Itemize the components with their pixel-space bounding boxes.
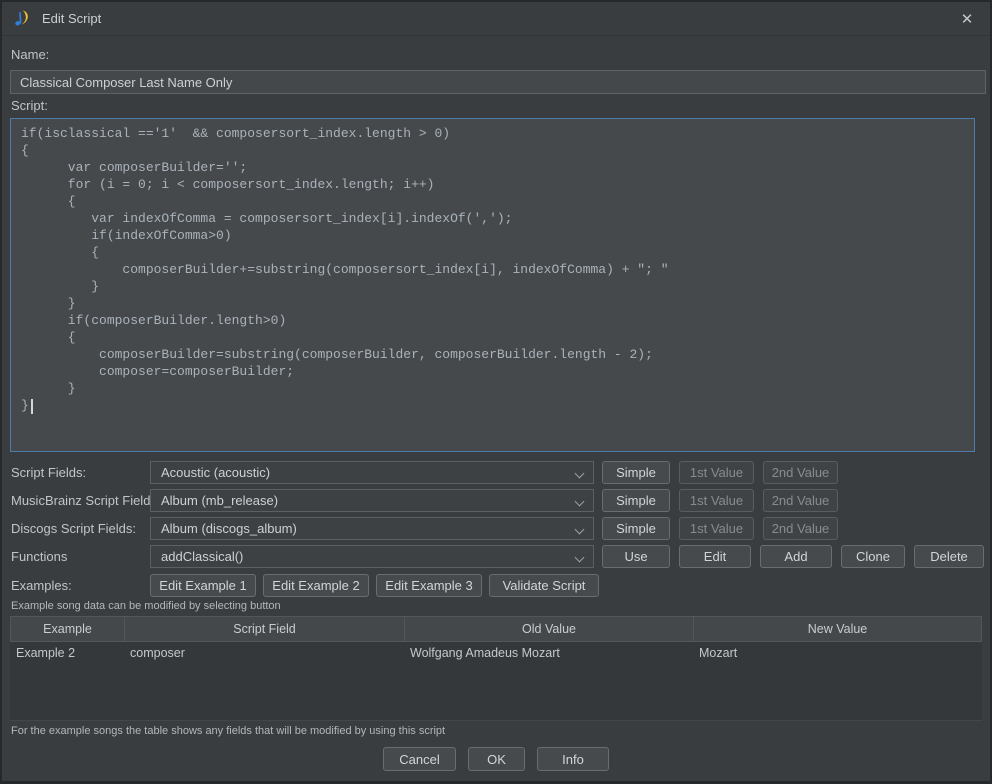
chevron-down-icon [576, 526, 584, 534]
chevron-down-icon [576, 498, 584, 506]
simple-button[interactable]: Simple [602, 489, 670, 512]
first-value-button[interactable]: 1st Value [679, 517, 754, 540]
discogs-fields-label: Discogs Script Fields: [11, 521, 136, 536]
edit-script-dialog: Edit Script ✕ Name: Script: if(isclassic… [0, 0, 992, 784]
clone-button[interactable]: Clone [841, 545, 905, 568]
musicbrainz-fields-buttons: Simple 1st Value 2nd Value [602, 489, 838, 512]
functions-label: Functions [11, 549, 67, 564]
window-title: Edit Script [42, 11, 101, 26]
header-script-field: Script Field [125, 617, 405, 641]
script-fields-label: Script Fields: [11, 465, 86, 480]
examples-label: Examples: [11, 578, 72, 593]
musicbrainz-fields-dropdown[interactable]: Album (mb_release) [150, 489, 594, 512]
first-value-button[interactable]: 1st Value [679, 461, 754, 484]
discogs-fields-dropdown[interactable]: Album (discogs_album) [150, 517, 594, 540]
second-value-button[interactable]: 2nd Value [763, 489, 838, 512]
cell-old-value: Wolfgang Amadeus Mozart [404, 646, 693, 660]
functions-buttons: Use Edit Add Clone Delete [602, 545, 984, 568]
script-fields-dropdown[interactable]: Acoustic (acoustic) [150, 461, 594, 484]
script-name-input[interactable] [10, 70, 986, 94]
second-value-button[interactable]: 2nd Value [763, 461, 838, 484]
cell-example: Example 2 [10, 646, 124, 660]
bottom-button-bar: Cancel OK Info [2, 747, 990, 771]
script-fields-buttons: Simple 1st Value 2nd Value [602, 461, 838, 484]
text-caret [31, 399, 33, 414]
add-button[interactable]: Add [760, 545, 832, 568]
info-button[interactable]: Info [537, 747, 609, 771]
simple-button[interactable]: Simple [602, 517, 670, 540]
use-button[interactable]: Use [602, 545, 670, 568]
examples-buttons: Edit Example 1 Edit Example 2 Edit Examp… [150, 574, 599, 597]
close-icon[interactable]: ✕ [956, 8, 978, 30]
example-table-header: Example Script Field Old Value New Value [10, 616, 982, 642]
delete-button[interactable]: Delete [914, 545, 984, 568]
first-value-button[interactable]: 1st Value [679, 489, 754, 512]
validate-script-button[interactable]: Validate Script [489, 574, 599, 597]
musicbrainz-fields-row: MusicBrainz Script Fields: Album (mb_rel… [2, 489, 990, 512]
edit-example-2-button[interactable]: Edit Example 2 [263, 574, 369, 597]
functions-dropdown-value: addClassical() [161, 549, 243, 564]
script-code[interactable]: if(isclassical =='1' && composersort_ind… [11, 119, 974, 451]
script-label: Script: [11, 98, 48, 113]
header-example: Example [11, 617, 125, 641]
script-fields-row: Script Fields: Acoustic (acoustic) Simpl… [2, 461, 990, 484]
discogs-fields-buttons: Simple 1st Value 2nd Value [602, 517, 838, 540]
chevron-down-icon [576, 554, 584, 562]
chevron-down-icon [576, 470, 584, 478]
functions-dropdown[interactable]: addClassical() [150, 545, 594, 568]
cancel-button[interactable]: Cancel [383, 747, 456, 771]
second-value-button[interactable]: 2nd Value [763, 517, 838, 540]
discogs-fields-dropdown-value: Album (discogs_album) [161, 521, 297, 536]
name-label: Name: [11, 47, 49, 62]
table-row[interactable]: Example 2 composer Wolfgang Amadeus Moza… [10, 642, 982, 664]
music-note-icon [12, 9, 30, 29]
cell-new-value: Mozart [693, 646, 982, 660]
edit-button[interactable]: Edit [679, 545, 751, 568]
script-fields-dropdown-value: Acoustic (acoustic) [161, 465, 270, 480]
examples-caption: Example song data can be modified by sel… [11, 600, 281, 612]
examples-row: Examples: Edit Example 1 Edit Example 2 … [2, 574, 990, 597]
ok-button[interactable]: OK [468, 747, 525, 771]
cell-script-field: composer [124, 646, 404, 660]
simple-button[interactable]: Simple [602, 461, 670, 484]
titlebar: Edit Script ✕ [2, 2, 990, 36]
example-table: Example Script Field Old Value New Value… [10, 616, 982, 721]
musicbrainz-fields-dropdown-value: Album (mb_release) [161, 493, 278, 508]
functions-row: Functions addClassical() Use Edit Add Cl… [2, 545, 990, 568]
footer-note: For the example songs the table shows an… [11, 725, 445, 737]
edit-example-3-button[interactable]: Edit Example 3 [376, 574, 482, 597]
header-old-value: Old Value [405, 617, 694, 641]
script-editor[interactable]: if(isclassical =='1' && composersort_ind… [10, 118, 975, 452]
musicbrainz-fields-label: MusicBrainz Script Fields: [11, 493, 161, 508]
edit-example-1-button[interactable]: Edit Example 1 [150, 574, 256, 597]
header-new-value: New Value [694, 617, 981, 641]
discogs-fields-row: Discogs Script Fields: Album (discogs_al… [2, 517, 990, 540]
